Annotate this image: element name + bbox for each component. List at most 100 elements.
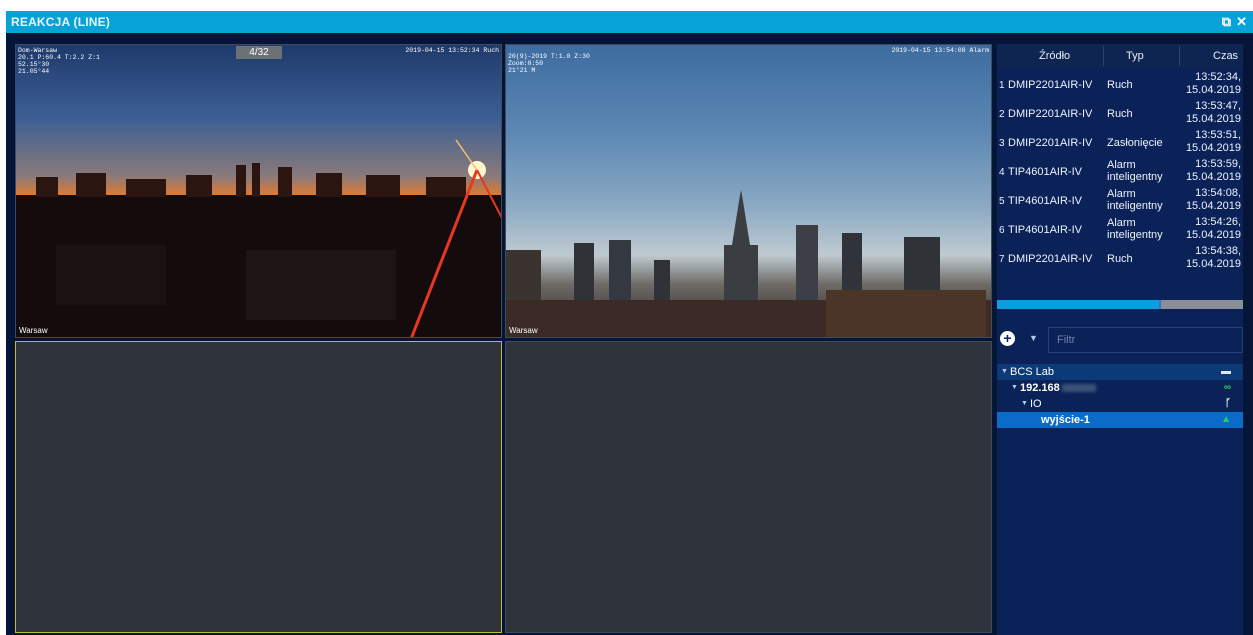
progress-remaining [1161,300,1243,309]
event-type: Ruch [1107,79,1133,91]
events-table: Źródło Typ Czas 1 DMIP2201AIR-IV Ruch 13:52… [997,44,1243,294]
event-type-line1: Alarm [1107,217,1136,229]
device-tree: ▼ BCS Lab ▬ ▼ 192.168 ∞ ▼ IO ᚴ wyjście-1 ▲ [997,364,1243,428]
close-icon[interactable]: ✕ [1236,11,1247,33]
event-row[interactable]: 1 DMIP2201AIR-IV Ruch 13:52:34, 15.04.2019 [997,70,1243,99]
event-time-value: 13:54:26, [1195,216,1241,228]
city-silhouette-2 [506,190,991,337]
chevron-down-icon[interactable]: ▼ [1029,333,1038,343]
tree-node-output[interactable]: wyjście-1 ▲ [997,412,1243,428]
event-row[interactable]: 6 TIP4601AIR-IV Alarm inteligentny 13:54:26,… [997,215,1243,244]
camera-label-2: Warsaw [509,326,538,335]
redacted-ip [1061,384,1096,393]
event-time-value: 13:53:47, [1195,100,1241,112]
event-time-value: 13:53:51, [1195,129,1241,141]
event-time-value: 13:54:38, [1195,245,1241,257]
event-type-line2: inteligentny [1107,171,1163,183]
event-time-value: 13:54:08, [1195,187,1241,199]
title-bar-controls: ⧉ ✕ [1222,11,1247,33]
expand-arrow-icon[interactable]: ▼ [1001,364,1010,380]
event-type: Alarm inteligentny [1107,188,1163,212]
tree-node-label: 192.168 [1020,382,1060,394]
event-index: 7 [999,254,1005,265]
osd-info-2: 20(9)-2019 T:1.0 Z:30 Zoom:0:50 21°21 M [508,53,590,74]
event-date-value: 15.04.2019 [1185,171,1241,183]
tree-node-bcs-lab[interactable]: ▼ BCS Lab ▬ [997,364,1243,380]
event-source: TIP4601AIR-IV [1008,224,1082,236]
event-type: Alarm inteligentny [1107,159,1163,183]
osd-info-1: Dom-Warsaw 20.1 P:60.4 T:2.2 Z:1 52.15°3… [18,47,100,75]
plus-circle-icon[interactable]: + [1000,331,1015,346]
event-row[interactable]: 3 DMIP2201AIR-IV Zasłonięcie 13:53:51, 15.04… [997,128,1243,157]
event-index: 2 [999,109,1005,120]
event-time: 13:52:34, 15.04.2019 [1186,71,1241,97]
event-date-value: 15.04.2019 [1185,258,1241,270]
event-source: DMIP2201AIR-IV [1008,79,1093,91]
event-index: 6 [999,225,1005,236]
video-cell-3[interactable] [15,341,502,633]
event-time: 13:54:38, 15.04.2019 [1186,245,1241,271]
cassette-icon: ∞ [1223,382,1231,393]
osd-timestamp-1: 2019-04-15 13:52:34 Ruch [405,47,499,54]
event-time: 13:54:26, 15.04.2019 [1186,216,1241,242]
event-index: 3 [999,138,1005,149]
event-source: DMIP2201AIR-IV [1008,108,1093,120]
event-date-value: 15.04.2019 [1185,113,1241,125]
event-type: Ruch [1107,253,1133,265]
event-date-value: 15.04.2019 [1185,200,1241,212]
event-source: TIP4601AIR-IV [1008,166,1082,178]
event-time-value: 13:53:59, [1195,158,1241,170]
video-cell-4[interactable] [505,341,992,633]
event-type-line1: Alarm [1107,159,1136,171]
event-type: Alarm inteligentny [1107,217,1163,241]
event-date-value: 15.04.2019 [1185,142,1241,154]
event-type: Zasłonięcie [1107,137,1163,149]
video-cell-2[interactable]: 20(9)-2019 T:1.0 Z:30 Zoom:0:50 21°21 M … [505,44,992,338]
event-time: 13:53:51, 15.04.2019 [1186,129,1241,155]
event-type-line2: inteligentny [1107,229,1163,241]
event-row[interactable]: 7 DMIP2201AIR-IV Ruch 13:54:38, 15.04.2019 [997,244,1243,273]
progress-bar [997,300,1243,309]
event-row[interactable]: 5 TIP4601AIR-IV Alarm inteligentny 13:54:08,… [997,186,1243,215]
city-silhouette-1 [16,139,501,337]
side-panel: Źródło Typ Czas 1 DMIP2201AIR-IV Ruch 13:52… [997,44,1243,635]
column-source[interactable]: Źródło [1039,50,1070,62]
video-cell-1[interactable]: Dom-Warsaw 20.1 P:60.4 T:2.2 Z:1 52.15°3… [15,44,502,338]
restore-window-icon[interactable]: ⧉ [1222,11,1231,33]
folder-icon: ▬ [1221,366,1231,377]
progress-fill [997,300,1159,309]
event-row[interactable]: 4 TIP4601AIR-IV Alarm inteligentny 13:53:59,… [997,157,1243,186]
tree-node-io[interactable]: ▼ IO ᚴ [997,396,1243,412]
event-index: 1 [999,80,1005,91]
event-index: 4 [999,167,1005,178]
event-source: TIP4601AIR-IV [1008,195,1082,207]
alarm-siren-icon: ▲ [1221,414,1231,425]
filter-input[interactable] [1048,327,1243,353]
tree-node-label: BCS Lab [1010,366,1055,378]
event-time: 13:53:47, 15.04.2019 [1186,100,1241,126]
window-title: REAKCJA (LINE) [11,15,111,29]
column-type[interactable]: Typ [1126,50,1144,62]
tree-node-device[interactable]: ▼ 192.168 ∞ [997,380,1243,396]
event-date-value: 15.04.2019 [1185,84,1241,96]
event-time: 13:54:08, 15.04.2019 [1186,187,1241,213]
event-index: 5 [999,196,1005,207]
expand-arrow-icon[interactable]: ▼ [1021,396,1030,412]
event-time: 13:53:59, 15.04.2019 [1186,158,1241,184]
branch-icon: ᚴ [1225,398,1231,409]
event-time-value: 13:52:34, [1195,71,1241,83]
camera-counter: 4/32 [236,46,282,59]
filter-bar: + ▼ [997,327,1243,355]
event-date-value: 15.04.2019 [1185,229,1241,241]
event-row[interactable]: 2 DMIP2201AIR-IV Ruch 13:53:47, 15.04.2019 [997,99,1243,128]
event-type: Ruch [1107,108,1133,120]
camera-label-1: Warsaw [19,326,48,335]
tree-node-label: IO [1030,398,1042,410]
events-table-header: Źródło Typ Czas [997,44,1243,68]
column-time[interactable]: Czas [1213,50,1238,62]
event-source: DMIP2201AIR-IV [1008,253,1093,265]
event-type-line1: Alarm [1107,188,1136,200]
expand-arrow-icon[interactable]: ▼ [1011,380,1020,396]
reaction-window: REAKCJA (LINE) ⧉ ✕ Dom-Warsaw 20.1 P:60.… [6,11,1253,635]
event-type-line2: inteligentny [1107,200,1163,212]
